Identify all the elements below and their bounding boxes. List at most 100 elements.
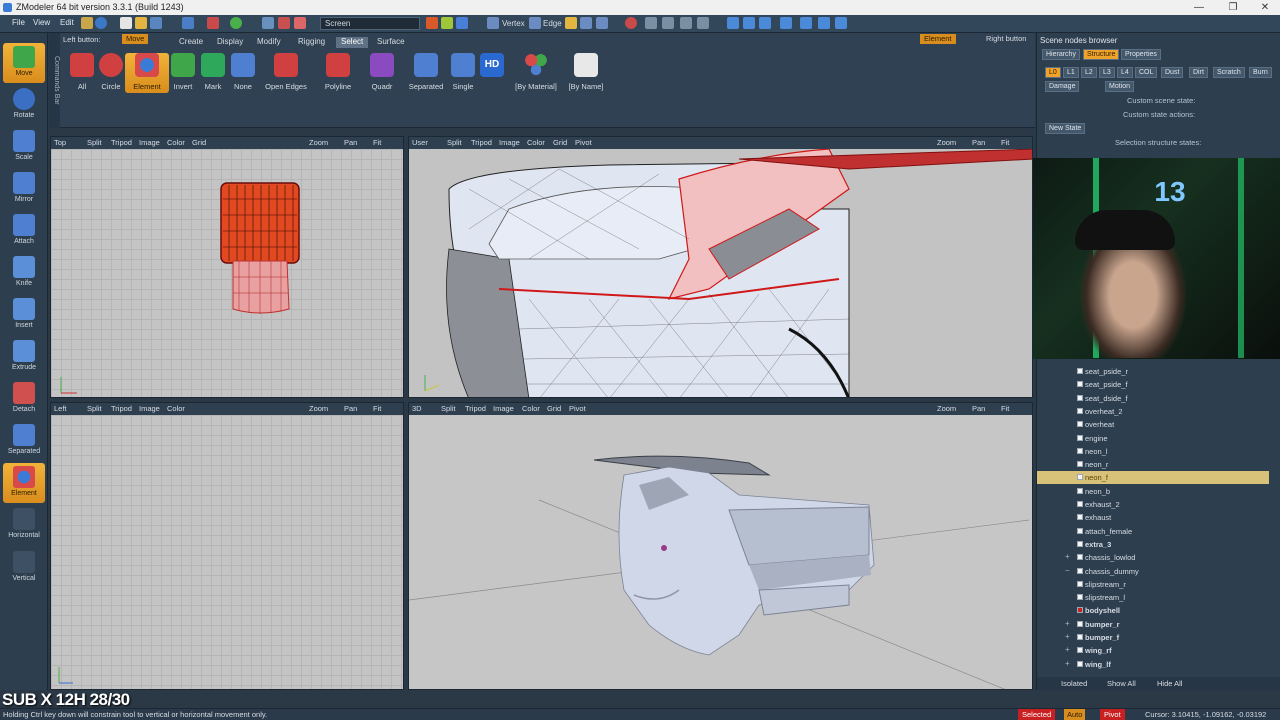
undo-icon[interactable] — [182, 17, 194, 29]
lod-l2[interactable]: L2 — [1081, 67, 1097, 78]
tab-modify[interactable]: Modify — [252, 37, 286, 48]
vp-user-pan[interactable]: Pan — [972, 138, 985, 147]
tree-node[interactable]: overheat — [1037, 418, 1269, 431]
tab-properties[interactable]: Properties — [1121, 49, 1161, 60]
expand-icon[interactable]: + — [1065, 659, 1070, 668]
tab-surface[interactable]: Surface — [372, 37, 410, 48]
vp-3d-tripod[interactable]: Tripod — [465, 404, 486, 413]
vp-top-zoom[interactable]: Zoom — [309, 138, 328, 147]
auto-indicator[interactable]: Auto — [1064, 709, 1086, 720]
tool-rotate[interactable]: Rotate — [3, 85, 45, 125]
vp-3d-fit[interactable]: Fit — [1001, 404, 1009, 413]
vp-user-grid[interactable]: Grid — [553, 138, 567, 147]
node-visibility-checkbox[interactable] — [1077, 514, 1083, 521]
lod-l0[interactable]: L0 — [1045, 67, 1061, 78]
vp-top-tripod[interactable]: Tripod — [111, 138, 132, 147]
vp-user-split[interactable]: Split — [447, 138, 462, 147]
trash-icon[interactable] — [294, 17, 306, 29]
node-visibility-checkbox[interactable] — [1077, 447, 1083, 454]
vp-top-color[interactable]: Color — [167, 138, 185, 147]
lod-col[interactable]: COL — [1135, 67, 1158, 78]
expand-icon[interactable]: − — [1065, 566, 1070, 575]
tool-mirror[interactable]: Mirror — [3, 169, 45, 209]
vertex-mode-label[interactable]: Vertex — [502, 19, 525, 28]
tree-node[interactable]: + chassis_lowlod — [1037, 551, 1269, 564]
filter-icon-4[interactable] — [697, 17, 709, 29]
vp-user-image[interactable]: Image — [499, 138, 520, 147]
vp-3d-split[interactable]: Split — [441, 404, 456, 413]
isolated-toggle[interactable]: Isolated — [1061, 679, 1087, 688]
select-polyline-button[interactable]: Polyline — [316, 53, 360, 93]
vp-user-pivot[interactable]: Pivot — [575, 138, 592, 147]
coord-mode-dropdown[interactable]: Screen — [320, 17, 420, 30]
maximize-icon[interactable]: ❐ — [1216, 0, 1250, 15]
view-icon-2[interactable] — [743, 17, 755, 29]
tool-scale[interactable]: Scale — [3, 127, 45, 167]
close-icon[interactable]: ✕ — [1248, 0, 1280, 15]
viewport-3d-name[interactable]: 3D — [412, 404, 422, 413]
node-visibility-checkbox[interactable] — [1077, 421, 1083, 428]
tool-insert[interactable]: Insert — [3, 295, 45, 335]
node-visibility-checkbox[interactable] — [1077, 540, 1083, 547]
vp-top-fit[interactable]: Fit — [373, 138, 381, 147]
tree-node[interactable]: − chassis_dummy — [1037, 565, 1269, 578]
lod-l3[interactable]: L3 — [1099, 67, 1115, 78]
state-scratch[interactable]: Scratch — [1213, 67, 1245, 78]
tree-node[interactable]: extra_3 — [1037, 538, 1269, 551]
save-icon[interactable] — [150, 17, 162, 29]
node-visibility-checkbox[interactable] — [1077, 647, 1083, 654]
viewport-user-name[interactable]: User — [412, 138, 428, 147]
select-none-button[interactable]: None — [221, 53, 265, 93]
minimize-icon[interactable]: — — [1182, 0, 1216, 15]
tool-detach[interactable]: Detach — [3, 379, 45, 419]
edge-icon[interactable] — [529, 17, 541, 29]
lock-icon[interactable] — [81, 17, 93, 29]
refresh-icon[interactable] — [230, 17, 242, 29]
state-dirt[interactable]: Dirt — [1189, 67, 1208, 78]
filter-icon-3[interactable] — [680, 17, 692, 29]
node-visibility-checkbox[interactable] — [1077, 634, 1083, 640]
redo-icon[interactable] — [207, 17, 219, 29]
node-visibility-checkbox[interactable] — [1077, 368, 1083, 374]
menu-view[interactable]: View — [33, 18, 50, 27]
tool-element[interactable]: Element — [3, 463, 45, 503]
vp-left-image[interactable]: Image — [139, 404, 160, 413]
viewport-user[interactable]: User Split Tripod Image Color Grid Pivot… — [408, 136, 1033, 398]
tree-node[interactable]: neon_f — [1037, 471, 1269, 485]
tree-node[interactable]: seat_pside_f — [1037, 378, 1269, 391]
tool-attach[interactable]: Attach — [3, 211, 45, 251]
tree-node[interactable]: exhaust — [1037, 511, 1269, 524]
view-icon[interactable] — [727, 17, 739, 29]
node-visibility-checkbox[interactable] — [1077, 660, 1083, 667]
vp-user-tripod[interactable]: Tripod — [471, 138, 492, 147]
vp-left-color[interactable]: Color — [167, 404, 185, 413]
motion-dropdown[interactable]: Motion — [1105, 81, 1135, 92]
tree-node[interactable]: + wing_rf — [1037, 644, 1269, 657]
tab-select[interactable]: Select — [336, 37, 369, 48]
vp-left-tripod[interactable]: Tripod — [111, 404, 132, 413]
vp-top-split[interactable]: Split — [87, 138, 102, 147]
tool-move[interactable]: Move — [3, 43, 45, 83]
node-visibility-checkbox[interactable] — [1077, 594, 1083, 601]
tree-node[interactable]: + wing_lf — [1037, 658, 1269, 671]
view-icon-5[interactable] — [800, 17, 812, 29]
axis-z-icon[interactable] — [456, 17, 468, 29]
pivot-indicator[interactable]: Pivot — [1100, 709, 1125, 720]
tab-display[interactable]: Display — [212, 37, 248, 48]
open-folder-icon[interactable] — [135, 17, 147, 29]
hd-button[interactable]: HD — [470, 53, 514, 93]
vp-top-grid[interactable]: Grid — [192, 138, 206, 147]
vp-user-color[interactable]: Color — [527, 138, 545, 147]
vp-3d-color[interactable]: Color — [522, 404, 540, 413]
node-visibility-checkbox[interactable] — [1077, 461, 1083, 468]
lod-l4[interactable]: L4 — [1117, 67, 1133, 78]
select-quadr-button[interactable]: Quadr — [360, 53, 404, 93]
viewport-top[interactable]: Top Split Tripod Image Color Grid Zoom P… — [50, 136, 404, 398]
tree-node[interactable]: engine — [1037, 432, 1269, 445]
vp-3d-pivot[interactable]: Pivot — [569, 404, 586, 413]
tree-node[interactable]: + bumper_r — [1037, 618, 1269, 631]
record-icon[interactable] — [625, 17, 637, 29]
node-visibility-checkbox[interactable] — [1077, 620, 1083, 627]
vp-top-pan[interactable]: Pan — [344, 138, 357, 147]
expand-icon[interactable]: + — [1065, 632, 1070, 641]
